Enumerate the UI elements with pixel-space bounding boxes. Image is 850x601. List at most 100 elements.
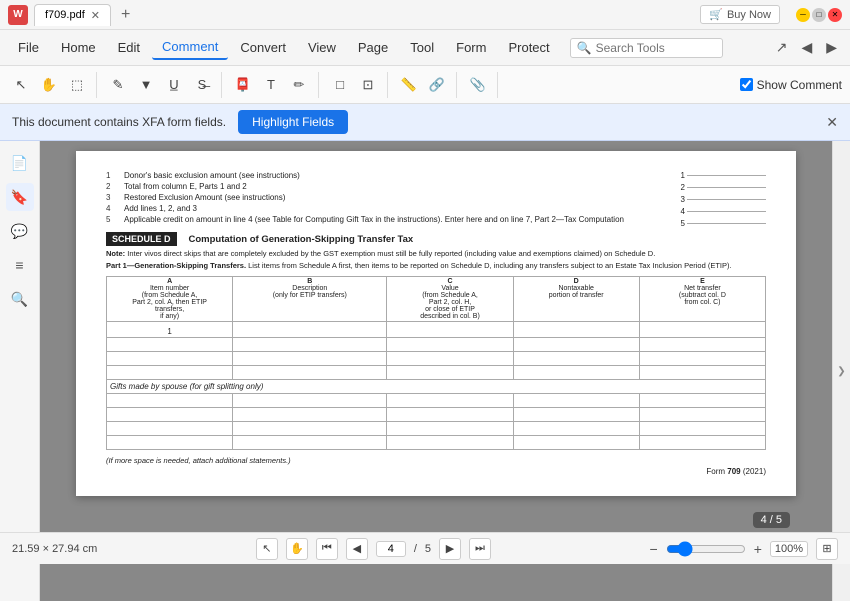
schedule-d-table: A Item number(from Schedule A,Part 2, co… [106, 276, 766, 450]
row4-col-c [387, 366, 513, 380]
page-separator: / [414, 543, 417, 555]
sidebar-comments-button[interactable]: 💬 [6, 217, 34, 245]
toolbar-group-6: 📎 [465, 72, 498, 98]
zoom-out-button[interactable]: − [650, 541, 658, 557]
col-e-header: E Net transfer(subtract col. Dfrom col. … [639, 277, 765, 322]
schedule-d-note: Note: Inter vivos direct skips that are … [106, 249, 766, 258]
spouse-row2-col-b [233, 408, 387, 422]
menu-tool[interactable]: Tool [400, 36, 444, 59]
shape-tool-button[interactable]: □ [327, 72, 353, 98]
line-2-num: 2 [106, 182, 120, 191]
row1-col-a: 1 [107, 322, 233, 338]
note-tool-button[interactable]: ✎ [105, 72, 131, 98]
underline-tool-button[interactable]: U̲ [161, 72, 187, 98]
row3-col-e [639, 352, 765, 366]
line-3-content: Restored Exclusion Amount (see instructi… [124, 193, 656, 202]
select-tool-button[interactable]: ⬚ [64, 72, 90, 98]
toolbar-group-4: □ ⊡ [327, 72, 388, 98]
spouse-row3-col-b [233, 422, 387, 436]
menu-home[interactable]: Home [51, 36, 106, 59]
sidebar-pages-button[interactable]: 📄 [6, 149, 34, 177]
page-indicator-badge: 4 / 5 [753, 512, 790, 528]
zoom-slider[interactable] [666, 541, 746, 557]
menu-page[interactable]: Page [348, 36, 398, 59]
if-more-text: (If more space is needed, attach additio… [106, 456, 766, 465]
restore-button[interactable]: □ [812, 8, 826, 22]
row3-col-c [387, 352, 513, 366]
link-tool-button[interactable]: 🔗 [424, 72, 450, 98]
show-comment-checkbox[interactable] [740, 78, 753, 91]
menu-file[interactable]: File [8, 36, 49, 59]
buy-now-button[interactable]: 🛒 Buy Now [700, 5, 780, 24]
row4-col-d [513, 366, 639, 380]
cursor-mode-button[interactable]: ↖ [256, 538, 278, 560]
spouse-row1-col-d [513, 394, 639, 408]
toolbar: ↖ ✋ ⬚ ✎ ▼ U̲ S̶ 📮 T ✏ □ ⊡ 📏 🔗 📎 Show Com… [0, 66, 850, 104]
stamp-tool-button[interactable]: 📮 [230, 72, 256, 98]
row2-col-e [639, 338, 765, 352]
strikethrough-tool-button[interactable]: S̶ [189, 72, 215, 98]
spouse-row4-col-a [107, 436, 233, 450]
last-page-button[interactable]: ⏭ [469, 538, 491, 560]
col-b-header: B Description(only for ETIP transfers) [233, 277, 387, 322]
menu-form[interactable]: Form [446, 36, 496, 59]
toolbar-group-3: 📮 T ✏ [230, 72, 319, 98]
search-tools-box[interactable]: 🔍 [570, 38, 723, 58]
form-number: Form 709 (2021) [106, 467, 766, 476]
row2-col-a [107, 338, 233, 352]
zoom-level-display[interactable]: 100% [770, 541, 808, 557]
hand-mode-button[interactable]: ✋ [286, 538, 308, 560]
col-a-header: A Item number(from Schedule A,Part 2, co… [107, 277, 233, 322]
line-2-content: Total from column E, Parts 1 and 2 [124, 182, 656, 191]
first-page-button[interactable]: ⏮ [316, 538, 338, 560]
spouse-row1-col-e [639, 394, 765, 408]
sidebar-search-button[interactable]: 🔍 [6, 285, 34, 313]
table-row-4 [107, 366, 766, 380]
share-icon[interactable]: ↗ [771, 36, 793, 59]
eraser-tool-button[interactable]: ⊡ [355, 72, 381, 98]
cart-icon: 🛒 [709, 8, 723, 21]
next-page-button[interactable]: ▶ [439, 538, 461, 560]
line-1-num: 1 [106, 171, 120, 180]
sidebar-fields-button[interactable]: ≡ [6, 251, 34, 279]
measure-tool-button[interactable]: 📏 [396, 72, 422, 98]
close-xfa-button[interactable]: ✕ [826, 114, 838, 131]
close-button[interactable]: ✕ [828, 8, 842, 22]
zoom-in-button[interactable]: + [754, 541, 762, 557]
nav-forward-icon[interactable]: ▶ [821, 36, 842, 59]
menu-convert[interactable]: Convert [230, 36, 296, 59]
sidebar-bookmarks-button[interactable]: 🔖 [6, 183, 34, 211]
spouse-row4-col-b [233, 436, 387, 450]
minimize-button[interactable]: ─ [796, 8, 810, 22]
show-comment-label[interactable]: Show Comment [757, 78, 842, 92]
highlight-tool-button[interactable]: ▼ [133, 72, 159, 98]
text-box-tool-button[interactable]: T [258, 72, 284, 98]
page-input[interactable] [376, 541, 406, 557]
search-tools-input[interactable] [596, 41, 716, 55]
menu-protect[interactable]: Protect [498, 36, 559, 59]
menu-comment[interactable]: Comment [152, 35, 228, 60]
hand-tool-button[interactable]: ✋ [36, 72, 62, 98]
line-1-row: 1 Donor's basic exclusion amount (see in… [106, 171, 656, 180]
menu-view[interactable]: View [298, 36, 346, 59]
document-tab[interactable]: f709.pdf ✕ [34, 4, 111, 26]
new-tab-button[interactable]: + [117, 6, 134, 24]
spouse-row-3 [107, 422, 766, 436]
spouse-row-2 [107, 408, 766, 422]
nav-back-icon[interactable]: ◀ [796, 36, 817, 59]
highlight-fields-button[interactable]: Highlight Fields [238, 110, 348, 134]
table-row-3 [107, 352, 766, 366]
row3-col-a [107, 352, 233, 366]
close-tab-icon[interactable]: ✕ [91, 9, 100, 22]
form-num-bold: 709 [727, 467, 740, 476]
prev-page-button[interactable]: ◀ [346, 538, 368, 560]
titlebar: W f709.pdf ✕ + 🛒 Buy Now ─ □ ✕ [0, 0, 850, 30]
right-arrow-icon: ❯ [837, 366, 845, 377]
attach-tool-button[interactable]: 📎 [465, 72, 491, 98]
fit-page-button[interactable]: ⊞ [816, 538, 838, 560]
draw-tool-button[interactable]: ✏ [286, 72, 312, 98]
row4-col-e [639, 366, 765, 380]
spouse-row3-col-d [513, 422, 639, 436]
cursor-tool-button[interactable]: ↖ [8, 72, 34, 98]
menu-edit[interactable]: Edit [108, 36, 150, 59]
